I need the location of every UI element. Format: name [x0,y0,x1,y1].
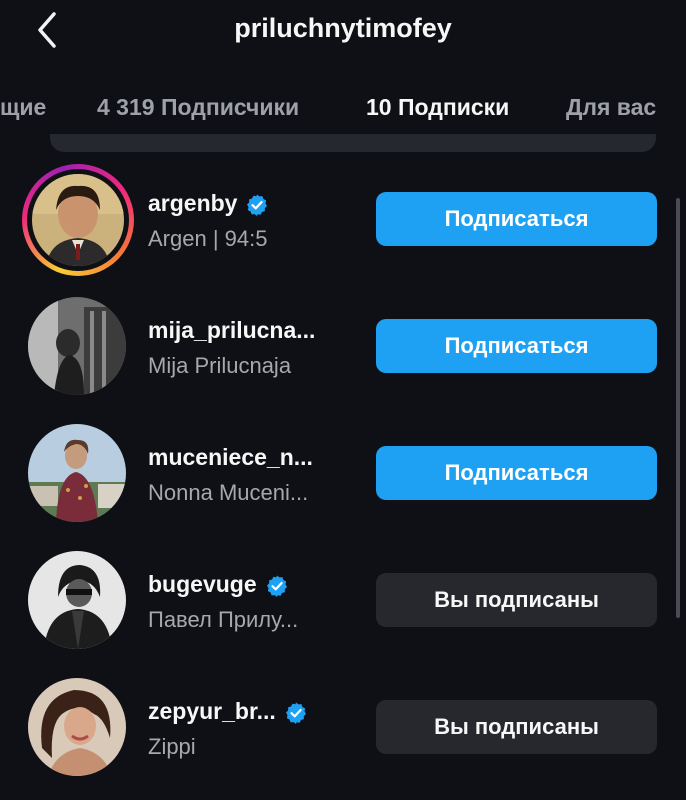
username[interactable]: mija_prilucna... [148,317,315,344]
list-item[interactable]: zepyur_br... Zippi Вы подписаны [0,668,686,794]
avatar[interactable] [28,424,126,522]
list-item[interactable]: mija_prilucna... Mija Prilucnaja Подписа… [0,287,686,413]
following-button[interactable]: Вы подписаны [376,573,657,627]
list-item[interactable]: argenby Argen | 94:5 Подписаться [0,160,686,286]
follow-button[interactable]: Подписаться [376,319,657,373]
avatar [32,174,124,266]
avatar[interactable] [28,678,126,776]
full-name: Павел Прилу... [148,607,299,632]
verified-badge-icon [266,575,287,597]
follow-button[interactable]: Подписаться [376,446,657,500]
username[interactable]: muceniece_n... [148,444,313,471]
verified-badge-icon [285,702,306,724]
full-name: Zippi [148,734,196,759]
username[interactable]: argenby [148,190,237,216]
list-item[interactable]: muceniece_n... Nonna Muceni... Подписать… [0,414,686,540]
top-bar: priluchnytimofey [0,0,686,62]
tab-following[interactable]: 10 Подписки [366,94,509,121]
avatar[interactable] [28,551,126,649]
avatar[interactable] [28,297,126,395]
full-name: Mija Prilucnaja [148,353,292,378]
tab-followers[interactable]: 4 319 Подписчики [97,94,299,121]
follow-button[interactable]: Подписаться [376,192,657,246]
tab-mutual[interactable]: щие [0,94,46,121]
full-name: Nonna Muceni... [148,480,309,505]
tab-for-you[interactable]: Для вас [566,94,656,121]
page-title: priluchnytimofey [234,13,452,43]
search-bar-edge [50,134,656,152]
story-ring[interactable] [22,164,134,276]
verified-badge-icon [247,194,268,216]
username[interactable]: zepyur_br... [148,698,276,724]
username[interactable]: bugevuge [148,571,257,597]
full-name: Argen | 94:5 [148,226,268,251]
list-item[interactable]: bugevuge Павел Прилу... Вы подписаны [0,541,686,667]
following-button[interactable]: Вы подписаны [376,700,657,754]
